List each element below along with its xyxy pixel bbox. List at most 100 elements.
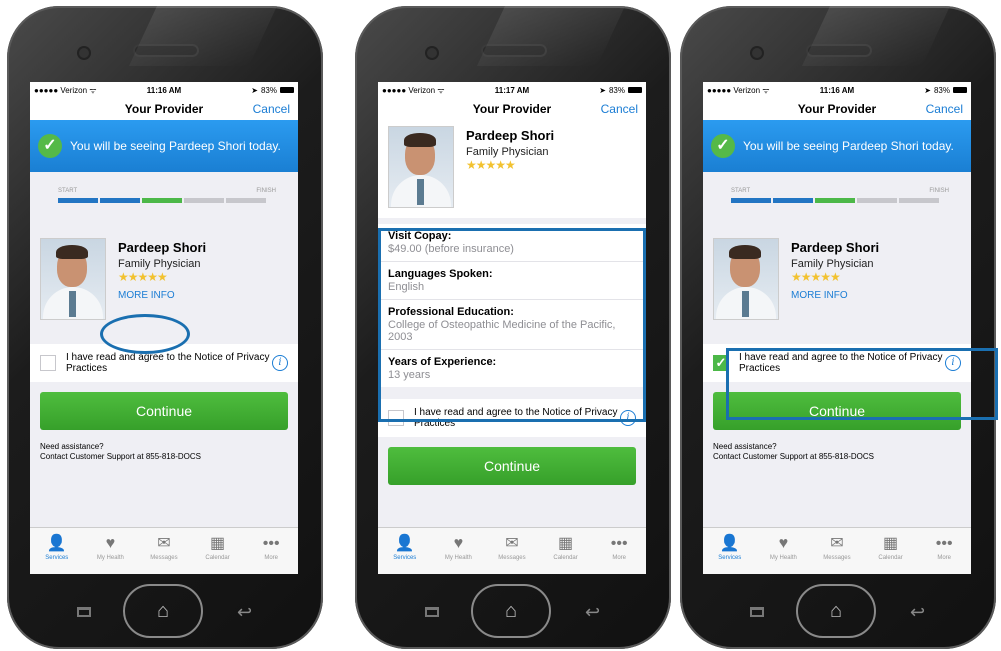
envelope-icon: ✉	[505, 535, 519, 552]
cancel-button[interactable]: Cancel	[601, 102, 638, 116]
progress-finish-label: FINISH	[256, 188, 276, 194]
tab-more[interactable]: ••• More	[244, 528, 298, 574]
tab-my-health[interactable]: ♥ My Health	[432, 528, 486, 574]
assist-line-1: Need assistance?	[713, 442, 777, 451]
tab-my-health[interactable]: ♥ My Health	[757, 528, 811, 574]
tab-label: Services	[718, 555, 742, 561]
provider-card: Pardeep Shori Family Physician ★★★★★ MOR…	[703, 238, 971, 322]
details-highlight	[378, 228, 646, 422]
more-icon: •••	[935, 535, 953, 552]
more-info-link[interactable]: MORE INFO	[118, 290, 206, 301]
heart-icon: ♥	[778, 535, 789, 552]
tab-my-health[interactable]: ♥ My Health	[84, 528, 138, 574]
tab-label: More	[612, 555, 626, 561]
status-bar: ●●●●● Verizon ᯤ 11:17 AM ➤ 83%	[378, 82, 646, 98]
rating-stars: ★★★★★	[118, 270, 168, 284]
banner-message: You will be seeing Pardeep Shori today.	[743, 139, 954, 153]
assistance-text: Need assistance? Contact Customer Suppor…	[713, 442, 961, 462]
screen-provider-summary: ●●●●● Verizon ᯤ 11:16 AM ➤ 83% Your Provi…	[30, 82, 298, 574]
clock: 11:16 AM	[146, 85, 182, 95]
provider-header: Pardeep Shori Family Physician ★★★★★	[378, 120, 646, 218]
progress-step	[731, 198, 771, 203]
provider-card: Pardeep Shori Family Physician ★★★★★ MOR…	[30, 238, 298, 322]
tab-label: Services	[393, 555, 417, 561]
tab-services[interactable]: 👤 Services	[30, 528, 84, 574]
tab-label: Services	[45, 555, 69, 561]
banner-message: You will be seeing Pardeep Shori today.	[70, 139, 281, 153]
envelope-icon: ✉	[157, 535, 171, 552]
person-icon: 👤	[394, 535, 415, 552]
progress-tracker: START FINISH	[703, 172, 971, 212]
tab-messages[interactable]: ✉ Messages	[137, 528, 191, 574]
cancel-button[interactable]: Cancel	[253, 102, 290, 116]
back-key-icon: ↩	[237, 602, 253, 622]
provider-photo	[713, 238, 779, 320]
envelope-icon: ✉	[830, 535, 844, 552]
assistance-text: Need assistance? Contact Customer Suppor…	[40, 442, 288, 462]
continue-button[interactable]: Continue	[40, 392, 288, 430]
phone-1: ●●●●● Verizon ᯤ 11:16 AM ➤ 83% Your Provi…	[7, 6, 323, 649]
calendar-icon: ▦	[558, 535, 574, 552]
tab-label: My Health	[444, 555, 472, 561]
clock: 11:17 AM	[494, 85, 530, 95]
provider-specialty: Family Physician	[118, 258, 201, 270]
tab-services[interactable]: 👤 Services	[703, 528, 757, 574]
more-info-link[interactable]: MORE INFO	[791, 290, 879, 301]
progress-step	[142, 198, 182, 203]
rating-stars: ★★★★★	[466, 158, 516, 172]
more-icon: •••	[262, 535, 280, 552]
check-icon: ✓	[38, 134, 62, 158]
tab-label: More	[937, 555, 951, 561]
home-button[interactable]: ⌂	[796, 584, 876, 638]
tab-label: More	[264, 555, 278, 561]
tab-services[interactable]: 👤 Services	[378, 528, 432, 574]
progress-tracker: START FINISH	[30, 172, 298, 212]
status-bar: ●●●●● Verizon ᯤ 11:16 AM ➤ 83%	[30, 82, 298, 98]
tab-label: Calendar	[205, 555, 230, 561]
provider-photo	[40, 238, 106, 320]
progress-step	[100, 198, 140, 203]
tab-label: My Health	[769, 555, 797, 561]
status-bar: ●●●●● Verizon ᯤ 11:16 AM ➤ 83%	[703, 82, 971, 98]
check-icon: ✓	[711, 134, 735, 158]
assist-line-1: Need assistance?	[40, 442, 104, 451]
confirmation-banner: ✓ You will be seeing Pardeep Shori today…	[703, 120, 971, 172]
tab-calendar[interactable]: ▦ Calendar	[191, 528, 245, 574]
speaker	[483, 46, 545, 55]
speaker	[135, 46, 197, 55]
home-button[interactable]: ⌂	[123, 584, 203, 638]
rating-stars: ★★★★★	[791, 270, 841, 284]
person-icon: 👤	[719, 535, 740, 552]
agree-checkbox[interactable]	[40, 355, 56, 371]
camera	[427, 48, 437, 58]
clock: 11:16 AM	[819, 85, 855, 95]
calendar-icon: ▦	[883, 535, 899, 552]
camera	[752, 48, 762, 58]
tab-messages[interactable]: ✉ Messages	[810, 528, 864, 574]
progress-step	[58, 198, 98, 203]
camera	[79, 48, 89, 58]
back-key-icon: ↩	[910, 602, 926, 622]
home-button[interactable]: ⌂	[471, 584, 551, 638]
tab-label: Calendar	[878, 555, 903, 561]
tab-calendar[interactable]: ▦ Calendar	[539, 528, 593, 574]
info-icon[interactable]: i	[272, 355, 288, 371]
tab-calendar[interactable]: ▦ Calendar	[864, 528, 918, 574]
hardware-buttons: ⌂ ↩	[7, 582, 323, 640]
tab-messages[interactable]: ✉ Messages	[485, 528, 539, 574]
tab-more[interactable]: ••• More	[592, 528, 646, 574]
menu-key-icon	[750, 607, 764, 617]
menu-key-icon	[425, 607, 439, 617]
tab-more[interactable]: ••• More	[917, 528, 971, 574]
phone-3: ●●●●● Verizon ᯤ 11:16 AM ➤ 83% Your Provi…	[680, 6, 996, 649]
continue-button[interactable]: Continue	[388, 447, 636, 485]
cancel-button[interactable]: Cancel	[926, 102, 963, 116]
calendar-icon: ▦	[210, 535, 226, 552]
nav-bar: Your Provider Cancel	[703, 98, 971, 120]
tab-label: Messages	[150, 555, 178, 561]
nav-bar: Your Provider Cancel	[30, 98, 298, 120]
back-key-icon: ↩	[585, 602, 601, 622]
progress-step	[815, 198, 855, 203]
screen-provider-agreed: ●●●●● Verizon ᯤ 11:16 AM ➤ 83% Your Provi…	[703, 82, 971, 574]
progress-step	[899, 198, 939, 203]
